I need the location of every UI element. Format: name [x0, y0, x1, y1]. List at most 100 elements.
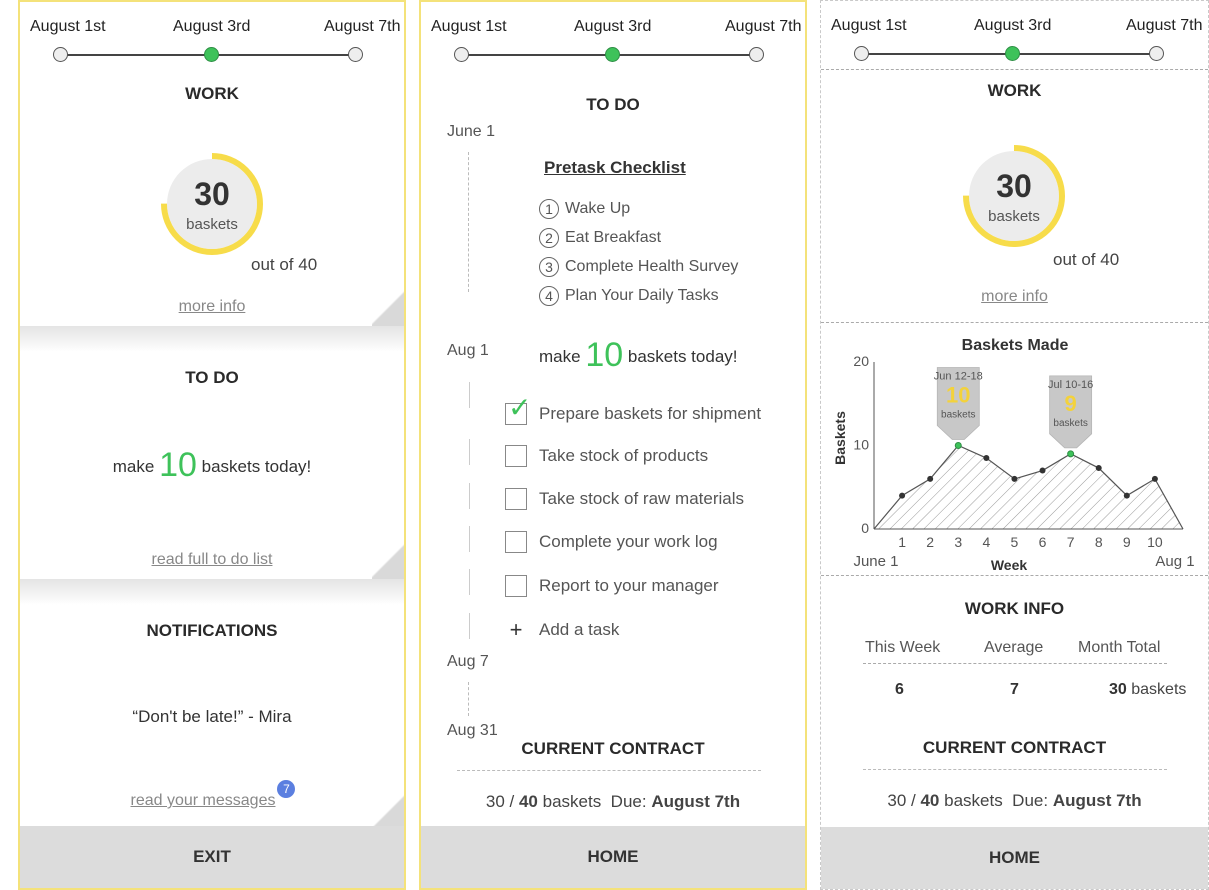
- add-task-button[interactable]: + Add a task: [505, 617, 620, 643]
- chart-x-tick-label: 7: [1067, 534, 1075, 550]
- timeline-dot-current[interactable]: [204, 47, 219, 62]
- exit-button[interactable]: EXIT: [20, 826, 404, 888]
- goal-pre: make: [539, 347, 581, 366]
- task-label: Take stock of products: [539, 446, 709, 465]
- timeline-date-start: August 1st: [30, 18, 106, 35]
- step-label: Wake Up: [565, 200, 631, 217]
- contract-summary: 30 / 40 baskets Due: August 7th: [421, 792, 805, 812]
- task-checkbox[interactable]: [505, 575, 527, 597]
- info-value-this-week: 6: [895, 681, 904, 698]
- chart-plot-area: 010201 2 3 4 5 6 7 8 9 10Jun 12-1810basketsJul 10…: [853, 353, 1184, 550]
- task-label: Take stock of raw materials: [539, 489, 745, 508]
- chart-y-tick-label: 10: [853, 437, 869, 453]
- read-full-todo-link[interactable]: read full to do list: [20, 551, 404, 569]
- more-info-link[interactable]: more info: [20, 298, 404, 316]
- todo-summary-pre: make: [112, 457, 155, 476]
- info-label-average: Average: [984, 639, 1044, 656]
- date-june-1: June 1: [447, 123, 496, 140]
- chart-data-point: [899, 492, 906, 499]
- timeline: August 1st August 3rd August 7th: [421, 2, 805, 72]
- timeline-dot-start[interactable]: [53, 47, 68, 62]
- home-button[interactable]: HOME: [821, 827, 1208, 889]
- step-number: 2: [539, 228, 559, 248]
- chart-y-tick-label: 20: [853, 353, 869, 369]
- task-connector: [469, 526, 470, 552]
- chart-callout-unit: baskets: [1053, 418, 1087, 429]
- pretask-checklist-title[interactable]: Pretask Checklist: [544, 158, 686, 178]
- info-value-month-total: 30 baskets: [1109, 681, 1186, 699]
- panel-todo: August 1st August 3rd August 7th TO DO J…: [419, 0, 807, 890]
- task-connector: [469, 483, 470, 509]
- read-messages-link[interactable]: read your messages7: [20, 780, 404, 810]
- card-fold-corner: [372, 290, 404, 326]
- timeline-date-end: August 7th: [324, 18, 401, 35]
- section-divider: [821, 69, 1208, 70]
- gauge-unit: baskets: [186, 216, 238, 233]
- work-info-heading: WORK INFO: [964, 599, 1065, 618]
- task-item[interactable]: Take stock of products: [505, 445, 708, 467]
- card-fold-corner: [372, 794, 404, 830]
- make-baskets-goal: make 10 baskets today!: [539, 336, 738, 375]
- chart-x-tick-label: 2: [926, 534, 934, 550]
- step-number: 4: [539, 286, 559, 306]
- due-date: August 7th: [1052, 791, 1142, 810]
- section-divider: [821, 322, 1208, 323]
- timeline-date-current: August 3rd: [173, 18, 251, 35]
- chart-x-tick-label: 5: [1011, 534, 1019, 550]
- section-divider: [821, 575, 1208, 576]
- task-checkbox[interactable]: [505, 488, 527, 510]
- read-messages-label: read your messages: [130, 792, 276, 809]
- notification-quote: “Don't be late!” - Mira: [132, 707, 292, 726]
- task-item[interactable]: Take stock of raw materials: [505, 488, 744, 510]
- task-checkbox[interactable]: [505, 531, 527, 553]
- current-contract-heading: CURRENT CONTRACT: [922, 738, 1107, 757]
- contract-divider: [457, 770, 761, 771]
- chart-data-point: [927, 475, 934, 482]
- task-label: Report to your manager: [539, 576, 719, 595]
- timeline-dot-current[interactable]: [605, 47, 620, 62]
- gauge-value: 30: [996, 168, 1032, 204]
- chart-y-tick-label: 0: [861, 520, 869, 536]
- chart-callout-value: 9: [1065, 391, 1077, 416]
- info-label-this-week: This Week: [865, 639, 941, 656]
- more-info-link[interactable]: more info: [821, 288, 1208, 306]
- timeline-dot-end[interactable]: [749, 47, 764, 62]
- timeline: August 1st August 3rd August 7th: [821, 1, 1208, 71]
- chart-y-label: Baskets: [832, 411, 848, 465]
- step-label: Complete Health Survey: [565, 258, 739, 275]
- timeline-connector: [468, 152, 469, 292]
- gauge-value: 30: [194, 176, 230, 212]
- todo-summary-post: baskets today!: [201, 457, 312, 476]
- task-checkbox[interactable]: ✓: [505, 394, 531, 425]
- timeline-dot-start[interactable]: [854, 46, 869, 61]
- timeline-dot-end[interactable]: [348, 47, 363, 62]
- chart-title: Baskets Made: [962, 337, 1069, 354]
- timeline-dot-start[interactable]: [454, 47, 469, 62]
- contract-total: 40: [518, 792, 538, 811]
- todo-summary: make 10 baskets today!: [20, 446, 404, 485]
- messages-badge: 7: [277, 780, 296, 798]
- task-item[interactable]: ✓ Prepare baskets for shipment: [505, 394, 761, 425]
- pretask-step: 1 Wake Up: [539, 199, 630, 219]
- timeline: August 1st August 3rd August 7th: [20, 2, 404, 72]
- contract-total: 40: [920, 791, 940, 810]
- timeline-dot-current[interactable]: [1005, 46, 1020, 61]
- panel-work-stats: August 1st August 3rd August 7th WORK 30…: [820, 0, 1209, 890]
- chart-data-point: [1095, 465, 1102, 472]
- timeline-dot-end[interactable]: [1149, 46, 1164, 61]
- home-button[interactable]: HOME: [421, 826, 805, 888]
- task-item[interactable]: Report to your manager: [505, 575, 719, 597]
- card-separator-shadow: [20, 326, 404, 352]
- chart-data-point: [1123, 492, 1130, 499]
- task-item[interactable]: Complete your work log: [505, 531, 718, 553]
- chart-data-point: [983, 455, 990, 462]
- chart-data-point: [954, 442, 962, 449]
- step-number: 1: [539, 199, 559, 219]
- task-checkbox[interactable]: [505, 445, 527, 467]
- gauge-out-of: out of 40: [251, 255, 318, 274]
- card-separator-shadow: [20, 579, 404, 605]
- chart-x-end-label: Aug 1: [1155, 553, 1194, 570]
- pretask-step: 4 Plan Your Daily Tasks: [539, 286, 719, 306]
- due-label: Due:: [610, 792, 647, 811]
- chart-callout-unit: baskets: [941, 410, 975, 421]
